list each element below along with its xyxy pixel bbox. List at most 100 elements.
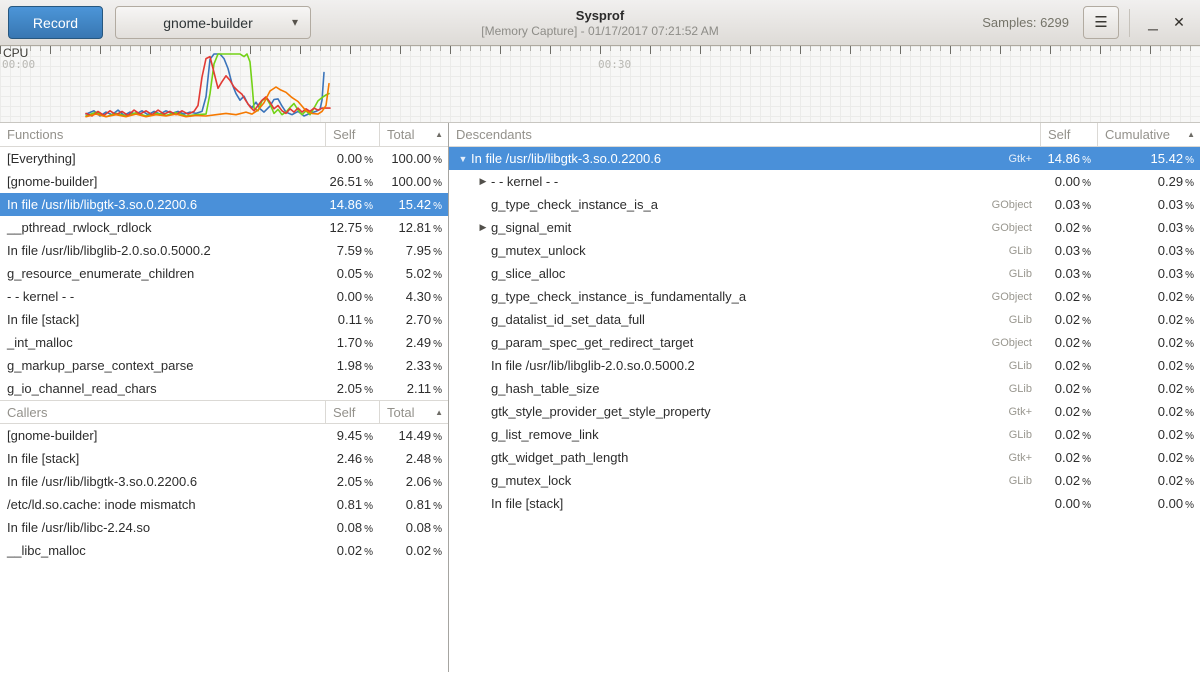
tree-row[interactable]: In file [stack]0.00%0.00% (449, 492, 1200, 515)
total-percent: 0.08% (379, 520, 448, 535)
table-row[interactable]: [gnome-builder]26.51%100.00% (0, 170, 448, 193)
cumulative-percent: 0.03% (1097, 266, 1200, 281)
record-button[interactable]: Record (8, 6, 103, 39)
self-percent: 2.46% (325, 451, 379, 466)
tree-row[interactable]: ▼In file /usr/lib/libgtk-3.so.0.2200.6Gt… (449, 147, 1200, 170)
callers-table-header: CallersSelfTotal▲ (0, 400, 448, 424)
percent-sign: % (364, 478, 373, 489)
menu-button[interactable]: ☰ (1083, 6, 1119, 39)
total-percent-value: 0.81 (406, 497, 431, 512)
descendant-name: - - kernel - - (491, 174, 558, 189)
window-subtitle: [Memory Capture] - 01/17/2017 07:21:52 A… (481, 24, 718, 39)
table-row[interactable]: In file [stack]2.46%2.48% (0, 447, 448, 470)
minimize-icon: ─ (1148, 21, 1158, 37)
table-row[interactable]: __libc_malloc0.02%0.02% (0, 539, 448, 562)
table-row[interactable]: g_markup_parse_context_parse1.98%2.33% (0, 354, 448, 377)
table-row[interactable]: In file /usr/lib/libgtk-3.so.0.2200.614.… (0, 193, 448, 216)
close-icon: ✕ (1173, 14, 1185, 30)
process-selector[interactable]: gnome-builder ▾ (115, 6, 311, 39)
time-tick-start: 00:00 (2, 58, 35, 71)
self-percent-value: 2.46 (337, 451, 362, 466)
column-header-callers[interactable]: Callers (0, 401, 325, 423)
expander-open-icon[interactable]: ▼ (455, 154, 471, 164)
total-percent: 2.70% (379, 312, 448, 327)
column-header-total[interactable]: Total▲ (379, 401, 448, 423)
total-percent-value: 12.81 (399, 220, 432, 235)
tree-row[interactable]: gtk_style_provider_get_style_propertyGtk… (449, 400, 1200, 423)
tree-row[interactable]: In file /usr/lib/libglib-2.0.so.0.5000.2… (449, 354, 1200, 377)
table-row[interactable]: [Everything]0.00%100.00% (0, 147, 448, 170)
table-row[interactable]: /etc/ld.so.cache: inode mismatch0.81%0.8… (0, 493, 448, 516)
table-row[interactable]: In file /usr/lib/libglib-2.0.so.0.5000.2… (0, 239, 448, 262)
tree-row[interactable]: g_mutex_lockGLib0.02%0.02% (449, 469, 1200, 492)
close-button[interactable]: ✕ (1166, 8, 1192, 38)
cumulative-percent-value: 0.03 (1158, 266, 1183, 281)
percent-sign: % (364, 247, 373, 258)
table-row[interactable]: [gnome-builder]9.45%14.49% (0, 424, 448, 447)
functions-table: FunctionsSelfTotal▲[Everything]0.00%100.… (0, 123, 448, 400)
minimize-button[interactable]: ─ (1140, 8, 1166, 38)
table-row[interactable]: - - kernel - -0.00%4.30% (0, 285, 448, 308)
total-percent-value: 4.30 (406, 289, 431, 304)
tree-row[interactable]: g_list_remove_linkGLib0.02%0.02% (449, 423, 1200, 446)
sort-ascending-icon: ▲ (1187, 130, 1195, 139)
expander-closed-icon[interactable]: ▶ (475, 222, 491, 233)
tree-row[interactable]: g_hash_table_sizeGLib0.02%0.02% (449, 377, 1200, 400)
table-row[interactable]: In file /usr/lib/libc-2.24.so0.08%0.08% (0, 516, 448, 539)
self-percent-value: 0.02 (1055, 335, 1080, 350)
tree-row[interactable]: g_type_check_instance_is_fundamentally_a… (449, 285, 1200, 308)
total-percent: 15.42% (379, 197, 448, 212)
tree-row[interactable]: gtk_widget_path_lengthGtk+0.02%0.02% (449, 446, 1200, 469)
total-percent-value: 15.42 (399, 197, 432, 212)
column-header-self[interactable]: Self (325, 401, 379, 423)
table-row[interactable]: _int_malloc1.70%2.49% (0, 331, 448, 354)
self-percent-value: 0.02 (1055, 450, 1080, 465)
column-header-self[interactable]: Self (325, 123, 379, 146)
library-badge: GLib (1009, 245, 1032, 257)
table-row[interactable]: g_resource_enumerate_children0.05%5.02% (0, 262, 448, 285)
table-row[interactable]: __pthread_rwlock_rdlock12.75%12.81% (0, 216, 448, 239)
callers-table: CallersSelfTotal▲[gnome-builder]9.45%14.… (0, 400, 448, 562)
column-header-total[interactable]: Total▲ (379, 123, 448, 146)
descendant-name: gtk_style_provider_get_style_property (491, 404, 711, 419)
percent-sign: % (364, 178, 373, 189)
window-title: Sysprof (576, 8, 624, 24)
cumulative-percent: 0.02% (1097, 427, 1200, 442)
column-header-functions[interactable]: Functions (0, 123, 325, 146)
table-row[interactable]: g_io_channel_read_chars2.05%2.11% (0, 377, 448, 400)
descendant-name-cell: gtk_style_provider_get_style_property (449, 404, 1008, 419)
percent-sign: % (364, 201, 373, 212)
column-header-descendants[interactable]: Descendants (449, 123, 1040, 146)
total-percent-value: 2.11 (407, 381, 431, 396)
tree-row[interactable]: g_param_spec_get_redirect_targetGObject0… (449, 331, 1200, 354)
percent-sign: % (433, 316, 442, 327)
descendants-table: DescendantsSelfCumulative▲▼In file /usr/… (449, 123, 1200, 515)
expander-closed-icon[interactable]: ▶ (475, 176, 491, 187)
cumulative-percent-value: 0.03 (1158, 220, 1183, 235)
self-percent-value: 14.86 (330, 197, 363, 212)
tree-row[interactable]: ▶g_signal_emitGObject0.02%0.03% (449, 216, 1200, 239)
column-header-self[interactable]: Self (1040, 123, 1097, 146)
tree-row[interactable]: g_mutex_unlockGLib0.03%0.03% (449, 239, 1200, 262)
self-percent: 0.08% (325, 520, 379, 535)
cumulative-percent: 0.02% (1097, 450, 1200, 465)
tree-row[interactable]: ▶- - kernel - -0.00%0.29% (449, 170, 1200, 193)
cpu-graph[interactable]: CPU 00:00 00:30 (0, 46, 1200, 123)
self-percent: 2.05% (325, 381, 379, 396)
percent-sign: % (1082, 178, 1091, 189)
total-percent-value: 7.95 (406, 243, 431, 258)
total-percent-value: 2.49 (406, 335, 431, 350)
tree-row[interactable]: g_datalist_id_set_data_fullGLib0.02%0.02… (449, 308, 1200, 331)
self-percent: 0.02% (1040, 473, 1097, 488)
self-percent-value: 0.03 (1055, 243, 1080, 258)
tree-row[interactable]: g_slice_allocGLib0.03%0.03% (449, 262, 1200, 285)
descendant-name-cell: g_datalist_id_set_data_full (449, 312, 1009, 327)
percent-sign: % (1082, 247, 1091, 258)
table-row[interactable]: In file /usr/lib/libgtk-3.so.0.2200.62.0… (0, 470, 448, 493)
tree-row[interactable]: g_type_check_instance_is_aGObject0.03%0.… (449, 193, 1200, 216)
column-header-cumulative[interactable]: Cumulative▲ (1097, 123, 1200, 146)
percent-sign: % (364, 524, 373, 535)
self-percent-value: 9.45 (337, 428, 362, 443)
table-row[interactable]: In file [stack]0.11%2.70% (0, 308, 448, 331)
percent-sign: % (433, 247, 442, 258)
